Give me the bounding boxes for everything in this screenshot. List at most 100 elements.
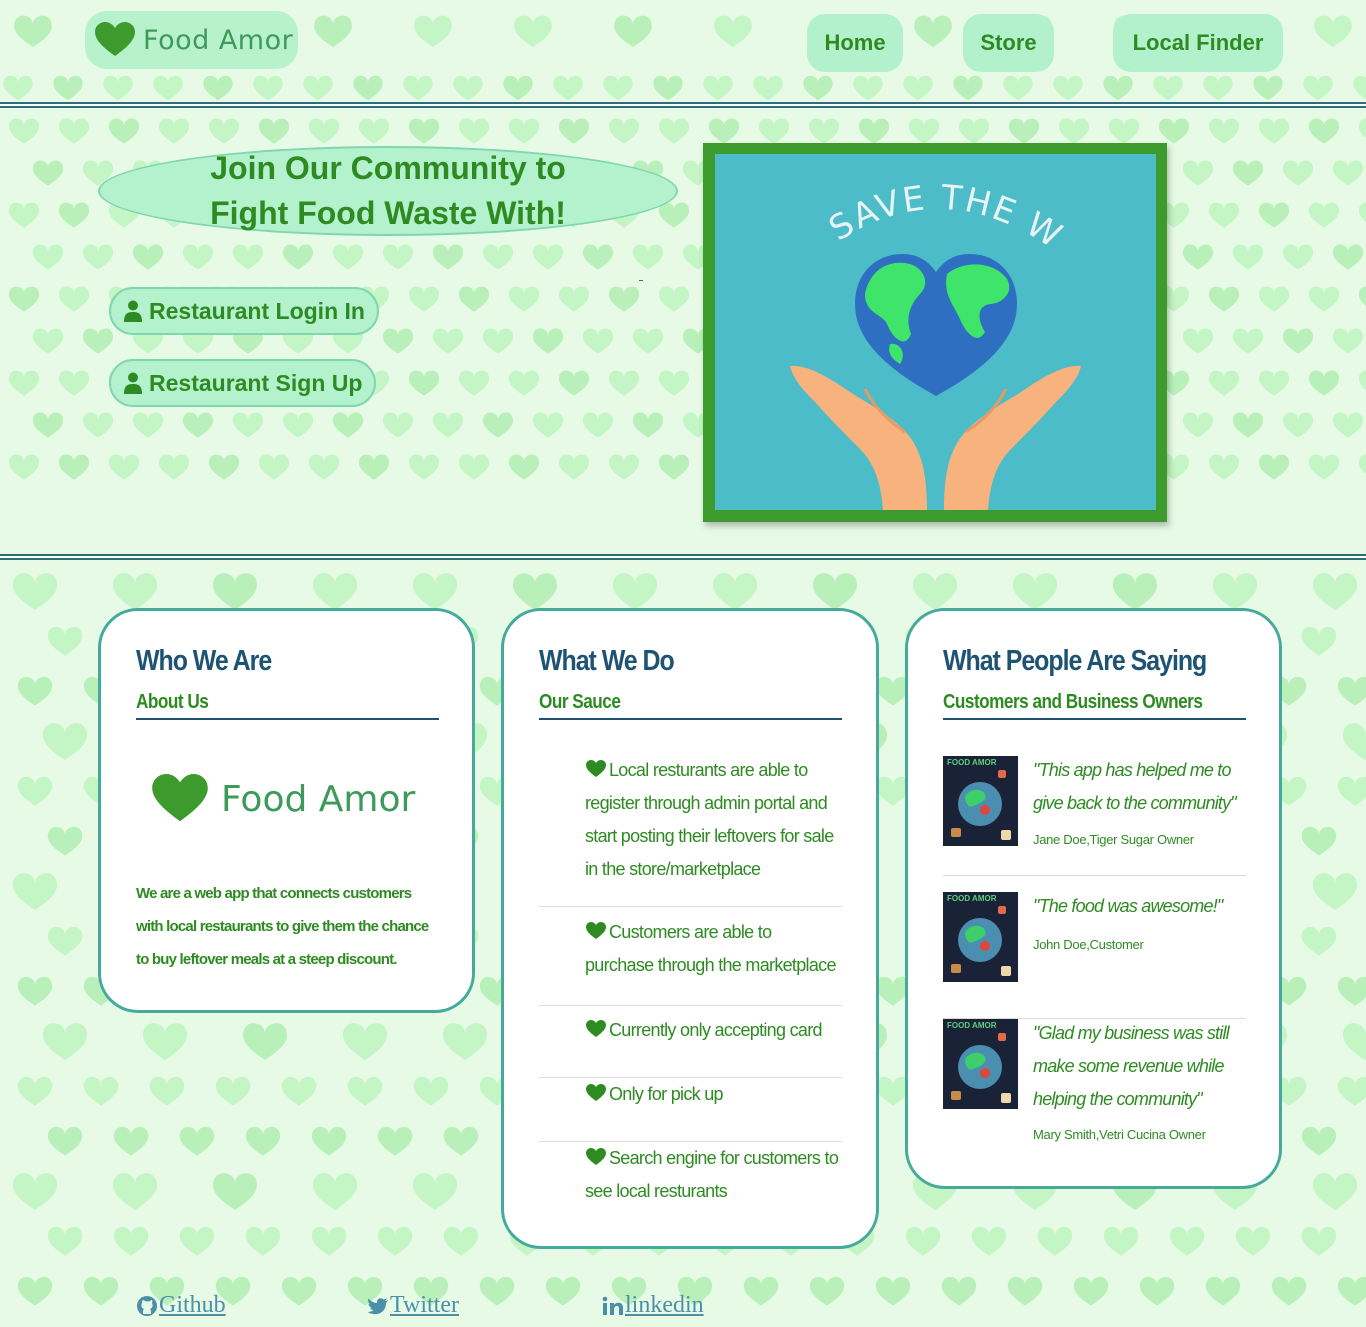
background-heart xyxy=(603,75,633,101)
background-heart xyxy=(1169,1226,1205,1256)
background-heart xyxy=(632,328,664,354)
save-the-world-text: SAVE THE WORLD xyxy=(715,154,1070,257)
background-heart xyxy=(132,244,164,270)
background-heart xyxy=(1282,328,1314,354)
twitter-icon xyxy=(367,1297,388,1314)
background-heart xyxy=(113,1226,149,1256)
background-heart xyxy=(342,1023,388,1060)
background-heart xyxy=(182,244,214,270)
background-heart xyxy=(203,75,233,101)
background-heart xyxy=(208,118,240,144)
background-heart xyxy=(1012,573,1058,610)
background-heart xyxy=(1182,244,1214,270)
restaurant-signup-button[interactable]: Restaurant Sign Up xyxy=(109,359,376,407)
background-heart xyxy=(558,454,590,480)
nav-home[interactable]: Home xyxy=(807,14,903,72)
background-heart xyxy=(53,75,83,101)
background-heart xyxy=(612,573,658,610)
background-heart xyxy=(453,75,483,101)
background-heart xyxy=(1314,15,1352,48)
background-heart xyxy=(545,1276,581,1306)
background-heart xyxy=(412,573,458,610)
background-heart xyxy=(17,1076,53,1106)
background-heart xyxy=(377,1226,413,1256)
who-we-are-title: Who We Are xyxy=(136,645,272,677)
background-heart xyxy=(32,328,64,354)
background-heart xyxy=(245,1226,281,1256)
background-heart xyxy=(408,454,440,480)
background-heart xyxy=(158,118,190,144)
what-we-do-card: What We Do Our Sauce Local resturants ar… xyxy=(501,608,879,1249)
background-heart xyxy=(458,370,490,396)
testimonial-item: FOOD AMOR "The food was awesome!" John Doe… xyxy=(943,892,1246,1019)
testimonial-author: Jane Doe,Tiger Sugar Owner xyxy=(1033,832,1194,847)
background-heart xyxy=(408,286,440,312)
background-heart xyxy=(358,118,390,144)
background-heart xyxy=(508,118,540,144)
background-heart xyxy=(1303,75,1333,101)
background-heart xyxy=(17,1276,53,1306)
background-heart xyxy=(1232,160,1264,186)
nav-local-finder[interactable]: Local Finder xyxy=(1113,14,1283,72)
heart-bullet-icon xyxy=(586,760,606,777)
background-heart xyxy=(1232,412,1264,438)
testimonial-author: John Doe,Customer xyxy=(1033,937,1144,952)
background-heart xyxy=(212,573,258,610)
background-heart xyxy=(232,412,264,438)
background-heart xyxy=(408,118,440,144)
restaurant-login-button[interactable]: Restaurant Login In xyxy=(109,287,379,335)
nav-store[interactable]: Store xyxy=(963,14,1054,72)
background-heart xyxy=(1301,1126,1337,1156)
background-heart xyxy=(8,202,40,228)
background-heart xyxy=(311,1126,347,1156)
background-heart xyxy=(47,1226,83,1256)
background-heart xyxy=(443,1126,479,1156)
linkedin-link[interactable]: linkedin xyxy=(602,1292,704,1319)
background-heart xyxy=(458,454,490,480)
background-heart xyxy=(332,244,364,270)
background-heart xyxy=(532,412,564,438)
heart-bullet-icon xyxy=(586,922,606,939)
background-heart xyxy=(582,328,614,354)
stray-dash xyxy=(639,280,643,281)
background-heart xyxy=(809,1276,845,1306)
what-we-do-item-text: Local resturants are able to register th… xyxy=(585,760,834,879)
food-amor-logo: Food Amor xyxy=(151,774,415,824)
background-heart xyxy=(1003,75,1033,101)
what-we-do-item: Customers are able to purchase through t… xyxy=(539,916,842,1006)
heart-bullet-icon xyxy=(586,1148,606,1165)
background-heart xyxy=(1108,118,1140,144)
brand-logo[interactable]: Food Amor xyxy=(85,11,298,69)
background-heart xyxy=(1103,75,1133,101)
background-heart xyxy=(482,412,514,438)
background-heart xyxy=(658,286,690,312)
background-heart xyxy=(908,118,940,144)
background-heart xyxy=(658,454,690,480)
background-heart xyxy=(413,1076,449,1106)
twitter-link[interactable]: Twitter xyxy=(367,1292,459,1319)
background-heart xyxy=(83,1276,119,1306)
background-heart xyxy=(242,1023,288,1060)
food-amor-logo-text: Food Amor xyxy=(221,778,416,820)
background-heart xyxy=(512,573,558,610)
background-heart xyxy=(508,370,540,396)
background-heart xyxy=(353,75,383,101)
background-heart xyxy=(347,1076,383,1106)
background-heart xyxy=(914,15,952,48)
background-heart xyxy=(812,573,858,610)
testimonial-quote: "This app has helped me to give back to … xyxy=(1033,760,1237,813)
background-heart xyxy=(1301,1226,1337,1256)
background-heart xyxy=(1332,328,1364,354)
background-heart xyxy=(1358,202,1366,222)
background-heart xyxy=(1258,118,1290,144)
what-we-do-item: Only for pick up xyxy=(539,1078,842,1142)
who-we-are-card: Who We Are About Us Food Amor We are a w… xyxy=(98,608,475,1013)
background-heart xyxy=(1208,286,1240,312)
linkedin-label: linkedin xyxy=(625,1292,704,1318)
github-link[interactable]: Github xyxy=(136,1292,226,1319)
background-heart xyxy=(382,328,414,354)
background-heart xyxy=(1053,75,1083,101)
background-heart xyxy=(215,1076,251,1106)
background-heart xyxy=(1271,1276,1307,1306)
background-heart xyxy=(482,244,514,270)
